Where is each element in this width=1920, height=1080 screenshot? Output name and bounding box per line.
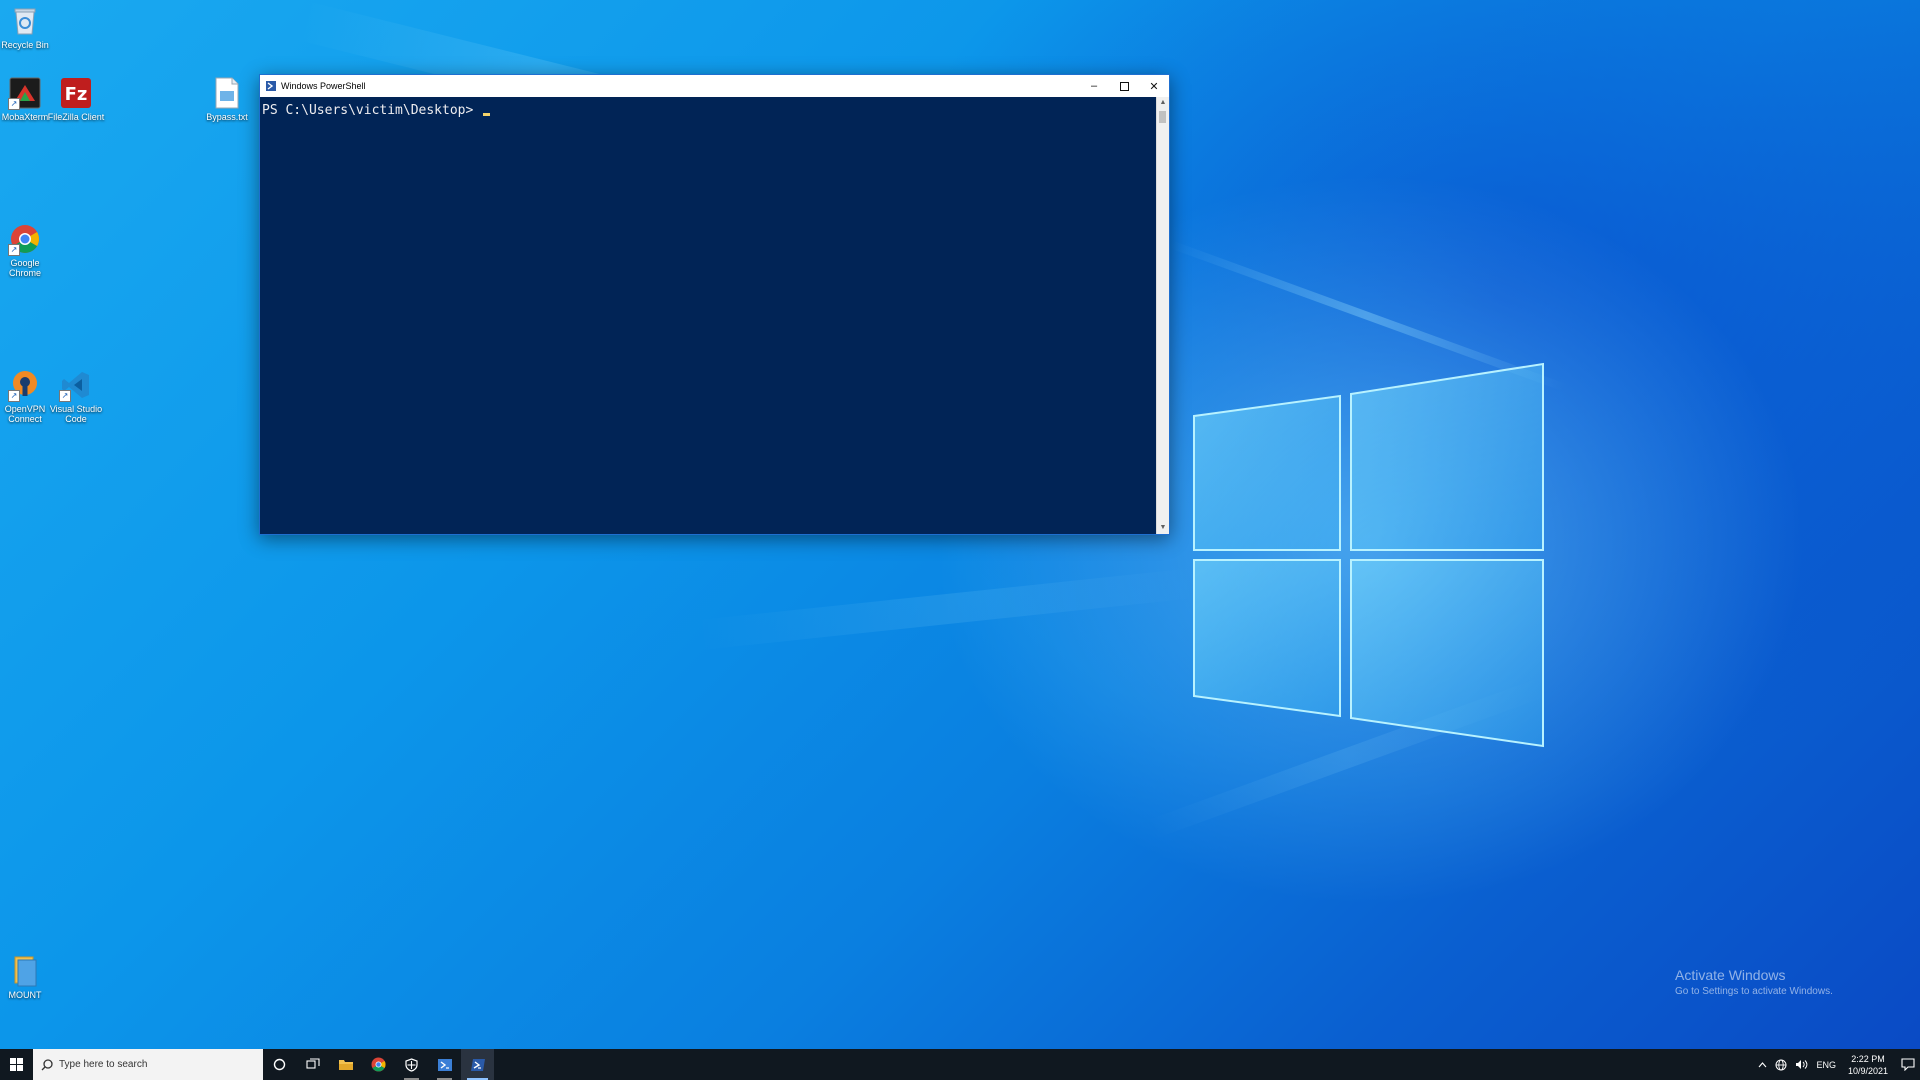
desktop-icon-label: FileZilla Client [47, 112, 105, 122]
console-prompt: PS C:\Users\victim\Desktop> [262, 103, 482, 118]
light-beam [698, 567, 1199, 650]
window-title: Windows PowerShell [281, 81, 366, 91]
desktop-icon-label: Bypass.txt [206, 112, 248, 122]
system-tray: ENG 2:22 PM 10/9/2021 [1754, 1049, 1920, 1080]
chevron-up-icon [1759, 1061, 1767, 1067]
folder-icon [8, 954, 42, 988]
minimize-button[interactable]: – [1079, 75, 1109, 97]
taskbar-powershell-button[interactable] [461, 1049, 494, 1080]
maximize-button[interactable] [1109, 75, 1139, 97]
vscode-icon: ↗ [59, 368, 93, 402]
search-placeholder: Type here to search [59, 1059, 148, 1070]
taskbar-powershell-ise-button[interactable] [428, 1049, 461, 1080]
desktop-icon-bypass-txt[interactable]: Bypass.txt [196, 76, 258, 122]
desktop-icon-chrome[interactable]: ↗ Google Chrome [0, 222, 56, 278]
clock-time: 2:22 PM [1851, 1053, 1885, 1064]
activate-title: Activate Windows [1675, 967, 1786, 983]
scroll-down-icon[interactable]: ▼ [1157, 522, 1169, 534]
start-icon [10, 1058, 23, 1071]
shortcut-arrow-icon: ↗ [8, 390, 20, 402]
clock[interactable]: 2:22 PM 10/9/2021 [1848, 1053, 1888, 1077]
mobaxterm-icon: ↗ [8, 76, 42, 110]
chrome-icon: ↗ [8, 222, 42, 256]
taskbar-search[interactable]: Type here to search [33, 1049, 263, 1080]
desktop-icon-label: Visual Studio Code [49, 404, 103, 424]
show-hidden-icons-button[interactable] [1758, 1061, 1767, 1068]
cortana-icon [273, 1058, 286, 1071]
shortcut-arrow-icon: ↗ [59, 390, 71, 402]
svg-text:Fz: Fz [65, 84, 88, 105]
security-icon [405, 1057, 418, 1072]
start-button[interactable] [0, 1049, 33, 1080]
scrollbar-thumb[interactable] [1159, 111, 1166, 123]
taskbar: Type here to search ENG 2:22 PM 10/9/202… [0, 1049, 1920, 1080]
desktop-icon-label: Recycle Bin [1, 40, 49, 50]
openvpn-icon: ↗ [8, 368, 42, 402]
maximize-icon [1119, 81, 1129, 91]
text-cursor [483, 113, 491, 116]
file-explorer-icon [338, 1060, 353, 1070]
chrome-icon [371, 1057, 386, 1072]
powershell-ise-icon [437, 1058, 452, 1071]
taskbar-security-button[interactable] [395, 1049, 428, 1080]
cortana-button[interactable] [263, 1049, 296, 1080]
shortcut-arrow-icon: ↗ [8, 244, 20, 256]
vertical-scrollbar[interactable]: ▲ ▼ [1156, 97, 1169, 534]
notification-icon [1901, 1058, 1915, 1071]
desktop-icon-label: MOUNT [8, 990, 42, 1000]
desktop: Recycle Bin ↗ MobaXterm Fz FileZilla Cli… [0, 0, 1920, 1080]
minimize-icon: – [1090, 80, 1098, 92]
volume-icon [1796, 1060, 1808, 1069]
window-titlebar[interactable]: Windows PowerShell – ✕ [260, 75, 1169, 97]
recycle-bin-icon [8, 4, 42, 38]
console-prompt-line: PS C:\Users\victim\Desktop> [262, 103, 491, 119]
taskbar-chrome-button[interactable] [362, 1049, 395, 1080]
activate-windows-watermark: Activate Windows Go to Settings to activ… [1675, 967, 1833, 997]
clock-date: 10/9/2021 [1847, 1065, 1888, 1076]
powershell-icon [470, 1058, 485, 1071]
volume-button[interactable] [1795, 1059, 1808, 1070]
action-center-button[interactable] [1896, 1049, 1920, 1080]
desktop-icon-label: Google Chrome [8, 258, 41, 278]
shortcut-arrow-icon: ↗ [8, 98, 20, 110]
close-button[interactable]: ✕ [1139, 75, 1169, 97]
console-area[interactable]: PS C:\Users\victim\Desktop> [260, 97, 1157, 534]
desktop-icon-recycle-bin[interactable]: Recycle Bin [0, 4, 56, 50]
close-icon: ✕ [1149, 80, 1159, 93]
desktop-icon-vscode[interactable]: ↗ Visual Studio Code [45, 368, 107, 424]
scroll-up-icon[interactable]: ▲ [1157, 97, 1169, 109]
desktop-icon-mount[interactable]: MOUNT [0, 954, 56, 1000]
task-view-icon [305, 1058, 320, 1069]
desktop-icon-filezilla[interactable]: Fz FileZilla Client [45, 76, 107, 122]
windows-logo [1193, 362, 1544, 748]
activate-subtitle: Go to Settings to activate Windows. [1675, 986, 1833, 997]
search-icon [41, 1058, 53, 1070]
powershell-title-icon [266, 81, 276, 91]
task-view-button[interactable] [296, 1049, 329, 1080]
text-file-icon [210, 76, 244, 110]
filezilla-icon: Fz [59, 76, 93, 110]
network-button[interactable] [1775, 1059, 1787, 1071]
network-icon [1775, 1059, 1787, 1070]
powershell-window[interactable]: Windows PowerShell – ✕ PS C:\Users\victi… [259, 74, 1170, 535]
file-explorer-button[interactable] [329, 1049, 362, 1080]
language-indicator[interactable]: ENG [1816, 1060, 1836, 1070]
